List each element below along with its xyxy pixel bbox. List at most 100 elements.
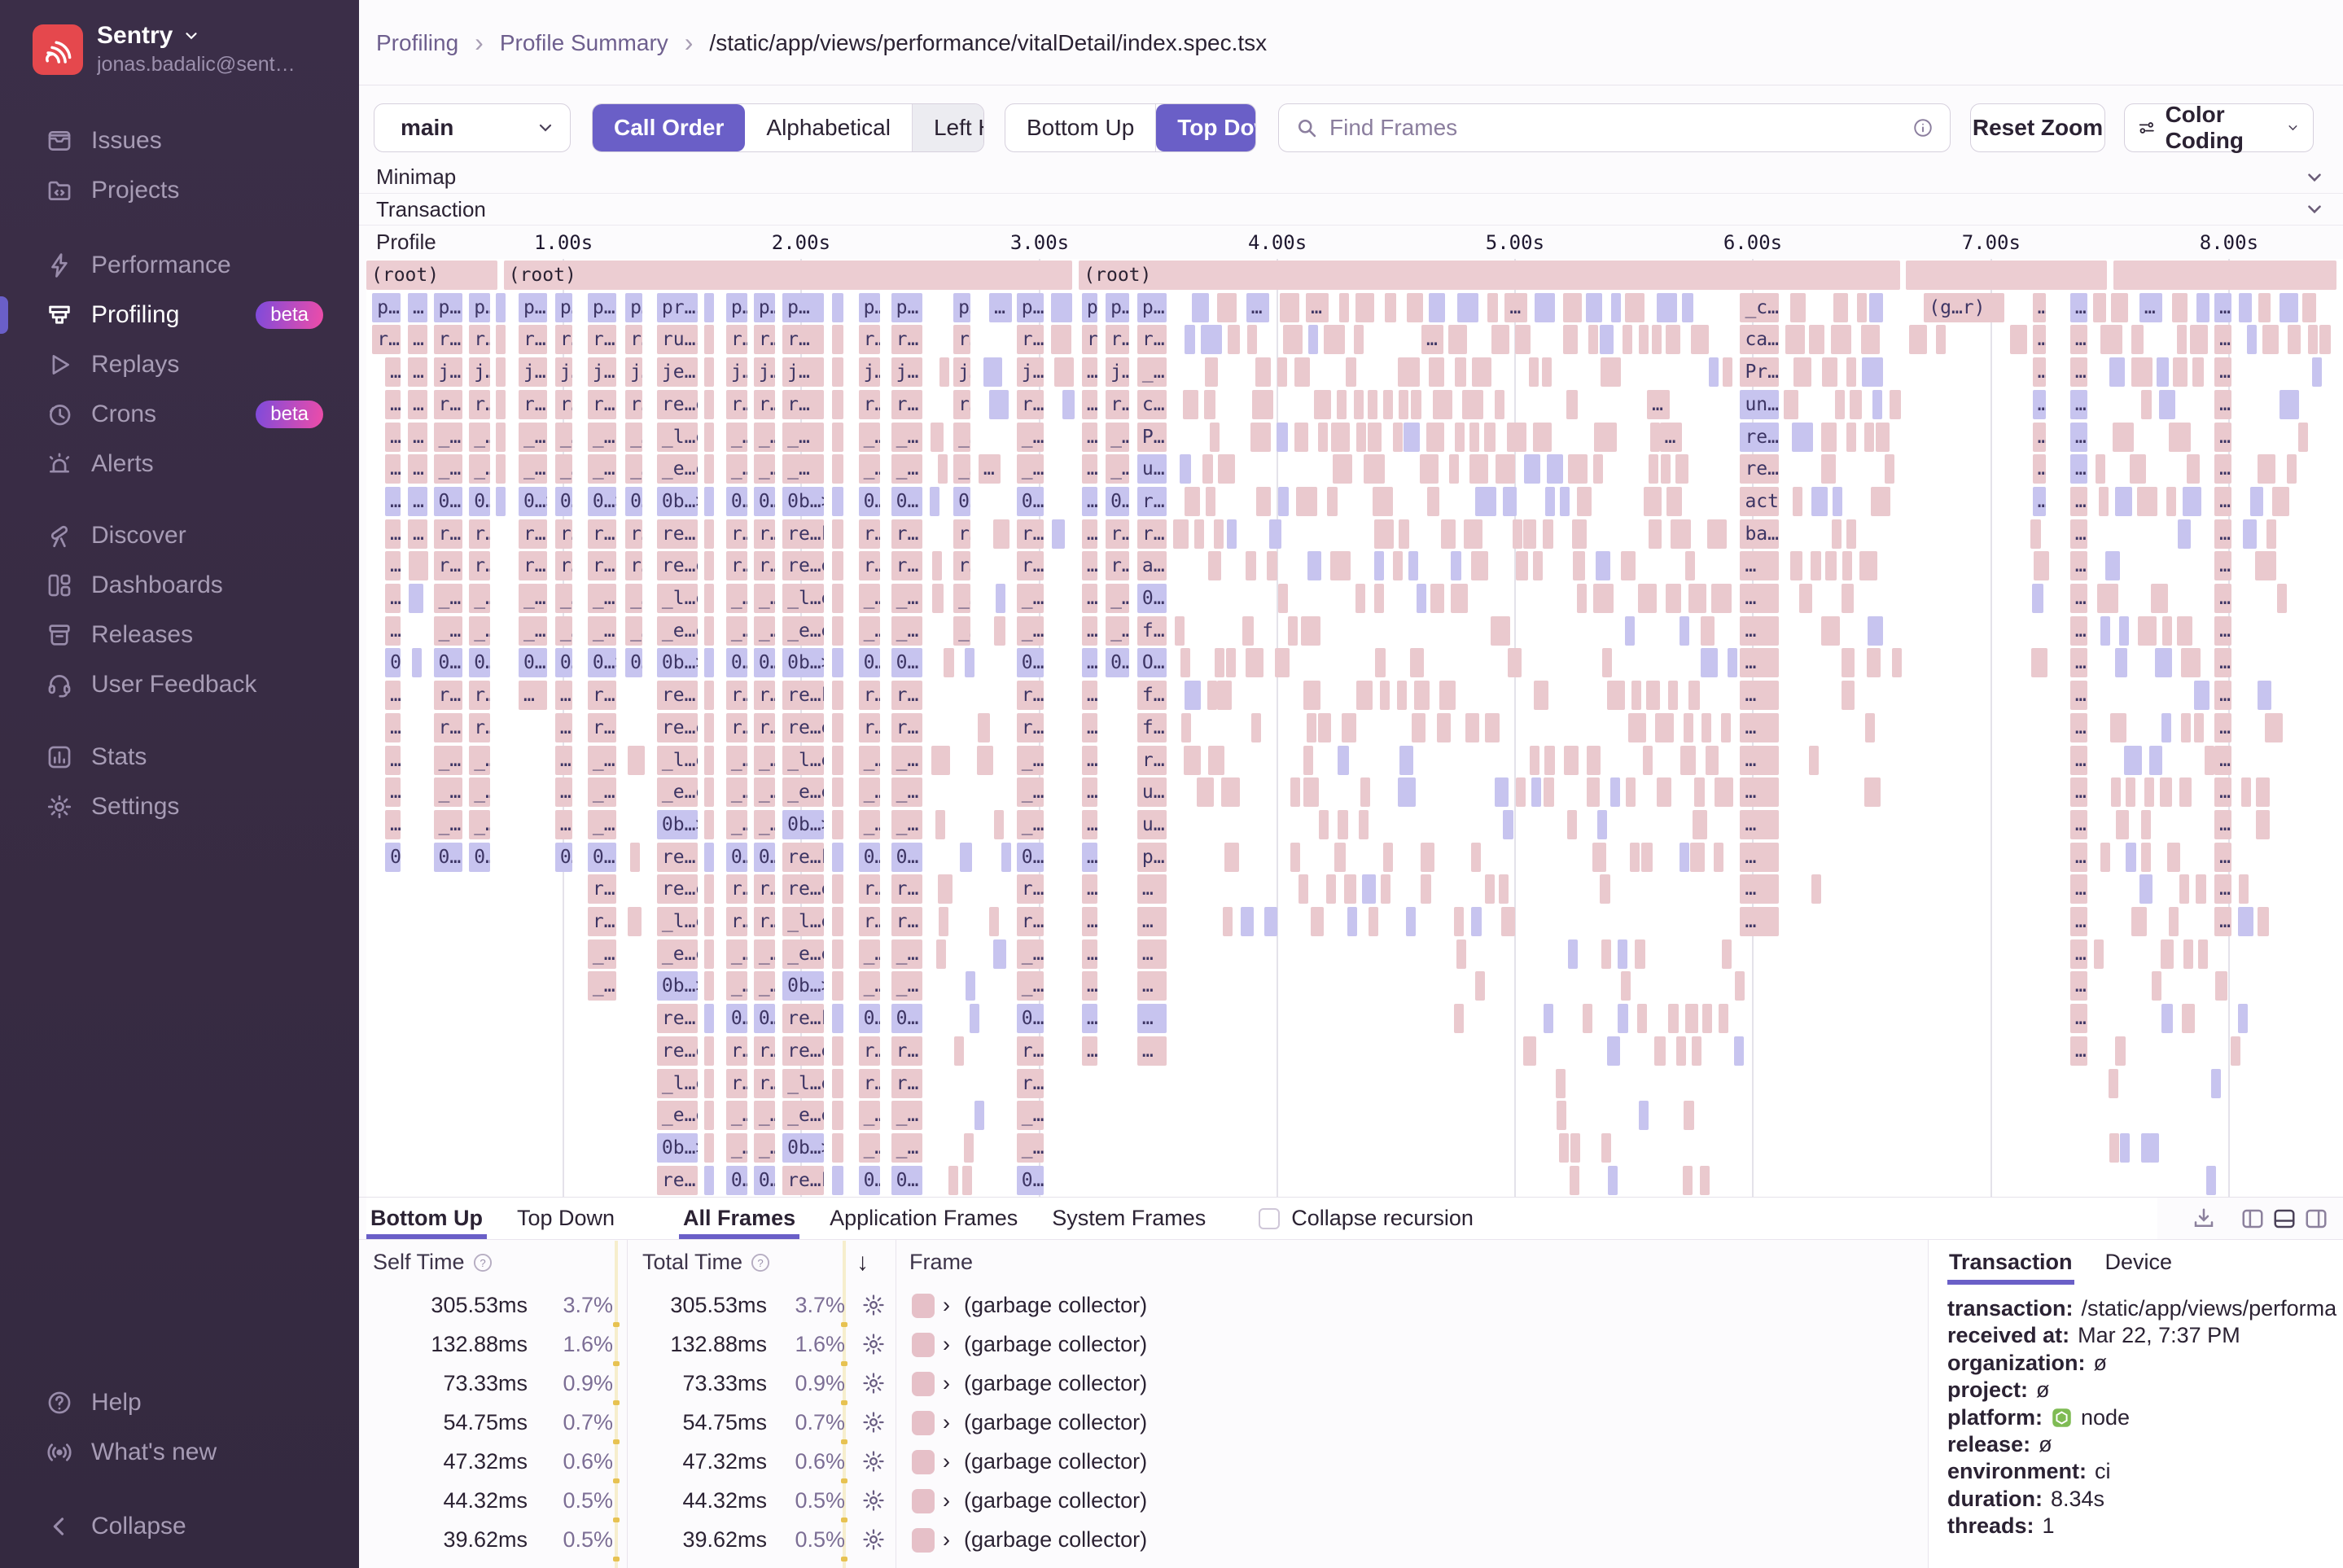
frame-settings-icon[interactable] [861,1403,887,1442]
flame-frame[interactable] [704,907,715,936]
flame-frame[interactable] [1867,615,1884,646]
flame-frame[interactable] [1503,486,1517,516]
panel-right-icon[interactable] [2304,1207,2328,1231]
flame-frame[interactable]: p…s [372,292,401,322]
flame-frame[interactable]: 0b…> [782,1132,824,1163]
flame-frame[interactable]: j… [858,357,880,388]
flame-frame[interactable]: r… [1016,1068,1044,1098]
flame-frame[interactable] [2161,1004,2173,1034]
flame-frame[interactable] [1307,551,1321,581]
flame-frame[interactable] [2030,519,2042,549]
flame-frame[interactable] [2302,292,2316,322]
flame-frame[interactable] [1684,1101,1694,1131]
flame-frame[interactable] [1448,325,1467,355]
flame-frame[interactable]: _… [753,422,775,452]
flame-frame[interactable] [1675,454,1689,484]
flame-frame[interactable] [1586,745,1601,775]
flame-frame[interactable] [1223,907,1233,936]
flame-frame[interactable]: r… [858,1068,880,1098]
flame-frame[interactable] [1862,357,1883,388]
flame-frame[interactable] [1343,874,1357,904]
flame-frame[interactable]: _… [1016,777,1044,808]
flame-frame[interactable] [1557,1101,1567,1131]
flame-frame[interactable] [1426,422,1445,452]
flame-frame[interactable]: j… [625,357,643,388]
flame-frame[interactable]: _… [587,584,616,613]
flame-frame[interactable]: 0… [953,486,971,516]
flame-frame[interactable] [1793,357,1812,388]
flame-frame[interactable]: … [2214,777,2232,808]
flame-frame[interactable]: Pr…d [1740,357,1780,388]
flame-frame[interactable] [1872,389,1882,419]
flame-frame[interactable] [1566,389,1578,419]
panel-left-icon[interactable] [2240,1207,2265,1231]
flame-frame[interactable] [1373,584,1384,613]
flame-frame[interactable]: r… [858,1036,880,1066]
flame-frame[interactable] [1601,939,1611,969]
flame-frame[interactable] [2160,777,2172,808]
flame-frame[interactable] [1609,777,1621,808]
flame-frame[interactable] [1255,486,1271,516]
flame-frame[interactable]: 0… [587,842,616,872]
flame-frame[interactable] [1529,745,1539,775]
flame-frame[interactable]: _…e [587,422,616,452]
flame-frame[interactable]: re…k [782,681,824,711]
flame-frame[interactable] [1172,519,1189,549]
flame-root-frame[interactable]: (root) [1079,261,1900,290]
flame-frame[interactable]: j… [1106,357,1129,388]
flame-frame[interactable]: p… [953,292,971,322]
sidebar-item-alerts[interactable]: Alerts [0,439,359,488]
flame-frame[interactable]: … [1081,842,1097,872]
flame-frame[interactable] [1432,389,1453,419]
flame-frame[interactable]: r… [891,1036,922,1066]
collapse-recursion-toggle[interactable]: Collapse recursion [1259,1198,1474,1239]
flame-frame[interactable] [2247,325,2258,355]
flame-frame[interactable]: … [2069,357,2088,388]
flame-frame[interactable]: c… [1136,389,1167,419]
flame-frame[interactable]: r… [891,519,922,549]
flame-frame[interactable] [1451,551,1461,581]
flame-frame[interactable] [1453,907,1464,936]
flame-frame[interactable] [704,292,715,322]
flame-frame[interactable] [2168,907,2179,936]
flame-frame[interactable] [2131,907,2148,936]
flame-frame[interactable] [2140,842,2151,872]
flame-frame[interactable] [1410,389,1422,419]
flame-frame[interactable] [2194,712,2205,742]
flame-frame[interactable] [2182,1004,2195,1034]
flame-frame[interactable] [1413,681,1430,711]
flame-frame[interactable]: … [554,777,573,808]
flame-frame[interactable]: p… [1016,292,1044,322]
flame-frame[interactable] [1409,648,1425,678]
flame-frame[interactable]: r… [518,551,547,581]
flame-frame[interactable]: _…e [587,454,616,484]
flame-frame[interactable]: _… [891,1101,922,1131]
flame-frame[interactable] [1542,357,1553,388]
flame-frame[interactable] [704,486,715,516]
flame-frame[interactable] [831,422,843,452]
flame-frame[interactable] [1210,422,1220,452]
flame-frame[interactable]: r… [891,1068,922,1098]
flame-frame[interactable]: … [2214,325,2232,355]
flame-frame[interactable] [1529,357,1539,388]
flame-frame[interactable] [1306,712,1316,742]
flame-frame[interactable]: _l…e [656,745,699,775]
flame-frame[interactable]: r…e [518,389,547,419]
flame-frame[interactable] [1200,325,1223,355]
flame-frame[interactable] [1197,777,1215,808]
flame-frame[interactable] [1469,454,1488,484]
flame-frame[interactable] [831,712,843,742]
frame-settings-icon[interactable] [861,1325,887,1364]
flame-frame[interactable] [2124,745,2143,775]
flame-frame[interactable] [1307,325,1318,355]
flame-frame[interactable]: r… [725,1036,748,1066]
flame-frame[interactable]: … [1740,712,1780,742]
flame-frame[interactable]: _… [891,422,922,452]
flame-frame[interactable]: u… [1136,777,1167,808]
flame-frame[interactable]: r… [1016,681,1044,711]
flame-frame[interactable] [704,971,715,1001]
flame-frame[interactable] [1842,681,1855,711]
flame-frame[interactable]: … [385,389,401,419]
flame-frame[interactable] [2192,357,2205,388]
flame-frame[interactable]: 0… [433,486,463,516]
